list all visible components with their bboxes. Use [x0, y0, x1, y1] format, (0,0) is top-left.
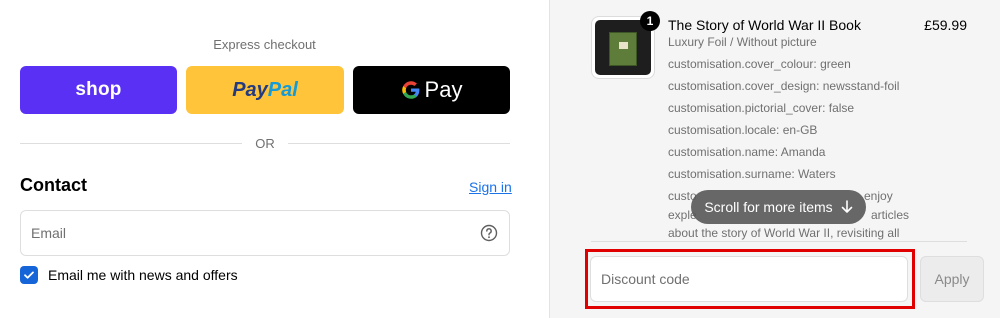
customisation-line: customisation.surname: Waters — [668, 167, 836, 181]
customisation-line: customisation.name: Amanda — [668, 145, 826, 159]
order-summary: 1 The Story of World War II Book £59.99 … — [549, 0, 1000, 318]
apply-discount-button[interactable]: Apply — [920, 256, 984, 302]
newsletter-label: Email me with news and offers — [48, 267, 238, 283]
discount-code-input[interactable] — [591, 257, 907, 301]
description-line: about the story of World War II, revisit… — [668, 226, 900, 240]
email-input[interactable] — [21, 211, 461, 255]
product-title: The Story of World War II Book — [668, 17, 861, 33]
description-fragment: articles — [871, 208, 910, 222]
description-fragment: enjoy — [864, 189, 893, 203]
scroll-more-button[interactable]: Scroll for more items — [691, 190, 866, 224]
newsletter-option: Email me with news and offers — [20, 266, 238, 284]
divider-line — [288, 143, 510, 144]
product-price: £59.99 — [924, 17, 967, 33]
paypal-button[interactable]: PayPal — [186, 66, 344, 114]
email-field[interactable] — [20, 210, 510, 256]
book-cover — [609, 32, 637, 66]
arrow-down-icon — [841, 200, 852, 213]
customisation-line: customisation.cover_design: newsstand-fo… — [668, 79, 900, 93]
sign-in-link[interactable]: Sign in — [469, 179, 512, 195]
or-divider: OR — [20, 134, 510, 152]
express-checkout-label: Express checkout — [213, 37, 316, 52]
help-circle-icon[interactable] — [480, 224, 498, 242]
checkout-page: Express checkout shop PayPal Pay OR Cont… — [0, 0, 1000, 318]
customisation-line: customisation.locale: en-GB — [668, 123, 818, 137]
summary-divider — [591, 241, 967, 242]
discount-field[interactable] — [590, 256, 908, 302]
newsletter-checkbox[interactable] — [20, 266, 38, 284]
shop-pay-logo: shop — [75, 79, 122, 100]
paypal-logo: PayPal — [232, 78, 298, 101]
shop-pay-button[interactable]: shop — [20, 66, 177, 114]
google-pay-logo: Pay — [401, 77, 462, 103]
customisation-line: customisation.cover_colour: green — [668, 57, 851, 71]
quantity-badge: 1 — [640, 11, 660, 31]
checkmark-icon — [24, 271, 34, 279]
checkout-main: Express checkout shop PayPal Pay OR Cont… — [0, 0, 549, 318]
contact-heading: Contact — [20, 175, 87, 195]
customisation-line: customisation.pictorial_cover: false — [668, 101, 855, 115]
google-g-icon — [401, 81, 419, 99]
scroll-more-label: Scroll for more items — [704, 199, 833, 215]
product-variant: Luxury Foil / Without picture — [668, 35, 817, 49]
google-pay-button[interactable]: Pay — [353, 66, 510, 114]
